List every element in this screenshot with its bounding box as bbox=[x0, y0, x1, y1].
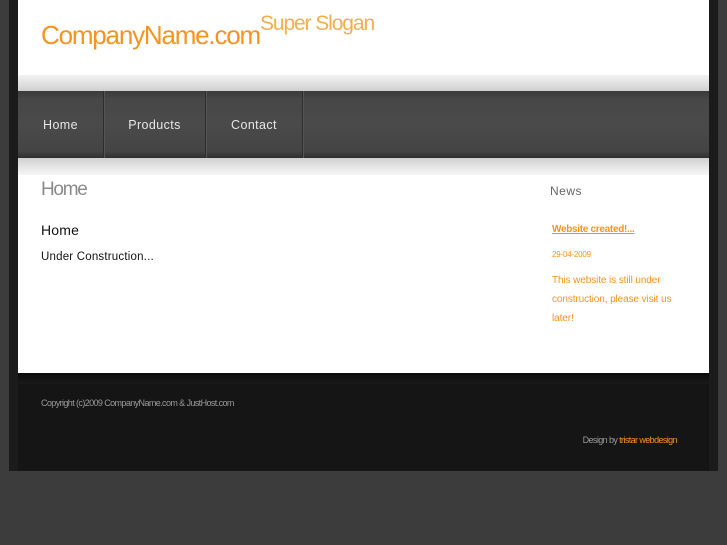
section-body: Under Construction... bbox=[41, 251, 154, 263]
section-title: Home bbox=[41, 222, 80, 238]
site-logo[interactable]: CompanyName.comSuper Slogan bbox=[41, 12, 375, 51]
site-header: CompanyName.comSuper Slogan bbox=[18, 0, 709, 75]
nav-item-home[interactable]: Home bbox=[18, 91, 104, 158]
page-title: Home bbox=[41, 179, 88, 200]
news-headline-link[interactable]: Website created!... bbox=[552, 224, 635, 235]
nav-divider bbox=[18, 158, 709, 175]
logo-name: CompanyName.com bbox=[41, 20, 261, 50]
header-divider bbox=[18, 75, 709, 91]
news-date: 29-04-2009 bbox=[552, 250, 591, 259]
nav-item-products[interactable]: Products bbox=[104, 91, 206, 158]
site-footer: Copyright (c)2009 CompanyName.com & Just… bbox=[18, 373, 709, 471]
design-credit-prefix: Design by bbox=[582, 435, 618, 445]
news-title: News bbox=[550, 184, 583, 198]
copyright-text: Copyright (c)2009 CompanyName.com & Just… bbox=[41, 398, 234, 408]
main-nav: Home Products Contact bbox=[18, 91, 709, 158]
logo-slogan: Super Slogan bbox=[259, 12, 375, 35]
designer-link[interactable]: tristar webdesign bbox=[619, 435, 677, 445]
page-container: CompanyName.comSuper Slogan Home Product… bbox=[18, 0, 709, 471]
footer-band bbox=[18, 373, 709, 384]
nav-item-contact[interactable]: Contact bbox=[206, 91, 303, 158]
news-text: This website is still under construction… bbox=[552, 275, 672, 324]
design-credit: Design by tristar webdesign bbox=[582, 435, 678, 445]
main-content: Home Home Under Construction... News Web… bbox=[18, 175, 709, 373]
